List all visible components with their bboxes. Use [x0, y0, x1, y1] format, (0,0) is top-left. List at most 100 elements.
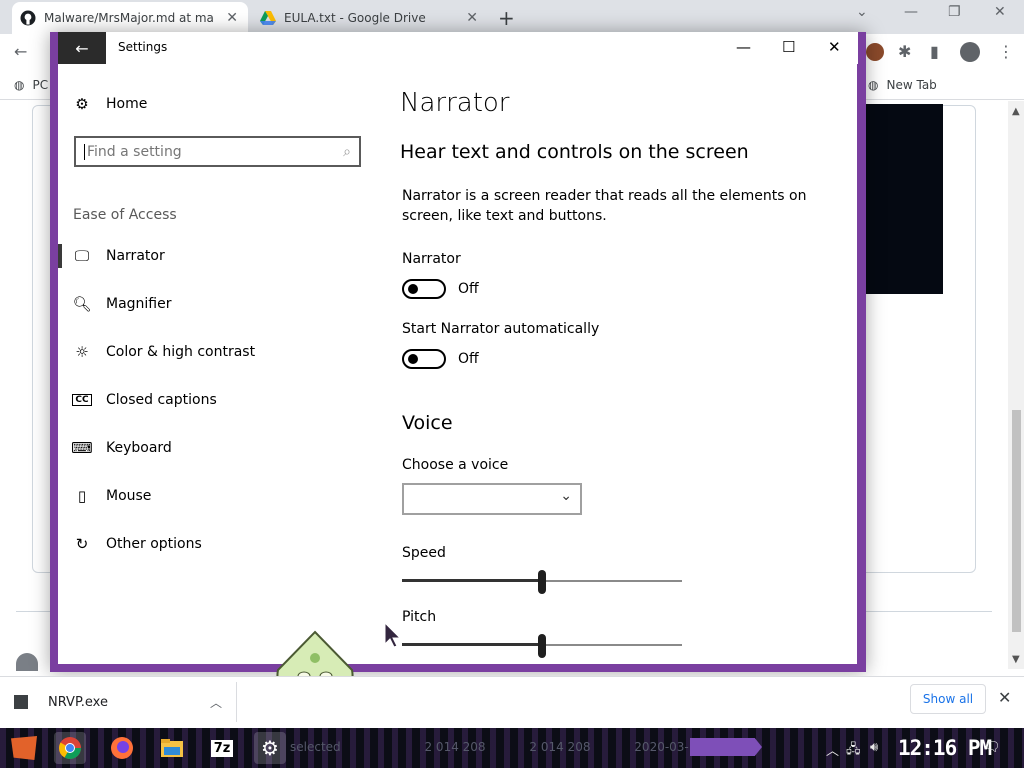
profile-avatar-small[interactable] [866, 43, 884, 61]
firefox-icon [111, 737, 133, 759]
nav-home[interactable]: ⚙ Home [58, 84, 378, 124]
sub-heading: Hear text and controls on the screen [400, 141, 749, 163]
background-file-row: selected 2 014 208 2 014 208 2020-03-19 … [290, 740, 723, 754]
scroll-down-icon[interactable]: ▼ [1012, 654, 1020, 665]
scroll-up-icon[interactable]: ▲ [1012, 106, 1020, 117]
close-tab-icon[interactable]: ✕ [226, 10, 238, 26]
settings-window-title: Settings [118, 40, 168, 54]
volume-icon[interactable]: 🔊︎ [870, 740, 878, 755]
narrator-description: Narrator is a screen reader that reads a… [402, 188, 807, 224]
nav-mouse[interactable]: ▯ Mouse [58, 476, 378, 516]
taskbar-settings[interactable]: ⚙ [254, 732, 286, 764]
auto-start-toggle-state: Off [458, 351, 479, 367]
menu-kebab-icon[interactable]: ⋮ [998, 42, 1014, 61]
tab-title: EULA.txt - Google Drive [284, 11, 426, 25]
globe-icon: ◍ [14, 78, 25, 92]
7zip-icon: 7z [210, 739, 234, 757]
start-button[interactable] [8, 732, 40, 764]
bookmark-item[interactable]: ◍ PC [14, 78, 48, 92]
tab-search-icon[interactable]: ⌄ [856, 4, 868, 20]
speed-slider-thumb[interactable] [538, 570, 546, 594]
taskbar-chrome[interactable] [54, 732, 86, 764]
restore-icon[interactable]: ❐ [948, 4, 961, 20]
page-title: Narrator [400, 88, 510, 118]
other-options-icon: ↻ [75, 535, 89, 553]
keyboard-icon: ⌨ [71, 439, 93, 457]
download-item[interactable]: NRVP.exe ︿ [14, 686, 236, 718]
taskbar-clock[interactable]: 12:16 PM [898, 736, 992, 760]
bookmark-label: New Tab [886, 78, 937, 92]
nav-label: Mouse [106, 488, 152, 504]
back-arrow-icon[interactable]: ← [14, 42, 27, 61]
nav-keyboard[interactable]: ⌨ Keyboard [58, 428, 378, 468]
pitch-slider-thumb[interactable] [538, 634, 546, 658]
settings-minimize-button[interactable]: — [736, 38, 751, 56]
back-arrow-icon: ← [75, 38, 89, 58]
nav-color-high-contrast[interactable]: ☼ Color & high contrast [58, 332, 378, 372]
narrator-icon: 🖵 [74, 247, 90, 265]
taskbar-file-explorer[interactable] [156, 732, 188, 764]
ghost-text: selected [290, 740, 341, 754]
nav-label: Narrator [106, 248, 165, 264]
nav-label: Other options [106, 536, 202, 552]
nav-label: Magnifier [106, 296, 172, 312]
bookmark-label: PC [32, 78, 49, 92]
nav-label: Color & high contrast [106, 344, 256, 360]
voice-heading: Voice [402, 412, 453, 434]
nav-magnifier[interactable]: 🔍︎ Magnifier [58, 284, 378, 324]
settings-maximize-button[interactable]: ☐ [782, 38, 795, 56]
download-separator [236, 682, 237, 722]
github-footer-icon [16, 653, 38, 671]
close-tab-icon[interactable]: ✕ [466, 10, 478, 26]
toggle-knob [408, 284, 418, 294]
folder-icon [161, 739, 183, 757]
magnifier-icon: 🔍︎ [72, 295, 92, 313]
globe-icon: ◍ [868, 78, 879, 92]
nav-closed-captions[interactable]: CC Closed captions [58, 380, 378, 420]
start-icon [11, 736, 37, 760]
chevron-up-icon[interactable]: ︿ [210, 694, 222, 711]
tab-title: Malware/MrsMajor.md at mast [44, 11, 214, 25]
exe-file-icon [14, 695, 28, 709]
choose-voice-label: Choose a voice [402, 457, 509, 473]
toggle-knob [408, 354, 418, 364]
tab-google-drive[interactable]: EULA.txt - Google Drive ✕ [252, 2, 488, 34]
google-drive-icon [260, 10, 276, 26]
close-download-bar-icon[interactable]: ✕ [998, 688, 1011, 707]
network-icon[interactable]: 🖧 [846, 740, 861, 762]
nav-label: Home [106, 96, 148, 112]
nav-other-options[interactable]: ↻ Other options [58, 524, 378, 564]
settings-search-input[interactable]: Find a setting ⌕ [74, 136, 361, 167]
taskbar-firefox[interactable] [106, 732, 138, 764]
mouse-icon: ▯ [77, 487, 87, 505]
auto-start-toggle[interactable] [402, 349, 446, 369]
search-placeholder: Find a setting [87, 143, 182, 160]
side-panel-icon[interactable]: ▮ [930, 42, 939, 61]
action-center-icon[interactable]: 🗨 [984, 740, 1001, 755]
profile-icon[interactable] [960, 42, 980, 62]
gear-icon: ⚙ [75, 95, 89, 113]
ghost-text: 2 014 208 [424, 740, 486, 754]
settings-close-button[interactable]: ✕ [828, 38, 841, 56]
bookmark-new-tab[interactable]: ◍ New Tab [868, 78, 937, 92]
tab-github[interactable]: Malware/MrsMajor.md at mast ✕ [12, 2, 248, 34]
scrollbar-thumb[interactable] [1012, 410, 1021, 632]
extensions-icon[interactable]: ✱ [898, 42, 911, 61]
voice-dropdown[interactable]: ⌄ [402, 483, 582, 515]
download-file-name: NRVP.exe [48, 694, 108, 710]
narrator-toggle-state: Off [458, 281, 479, 297]
settings-back-button[interactable]: ← [58, 32, 106, 64]
narrator-toggle[interactable] [402, 279, 446, 299]
taskbar-7zip[interactable]: 7z [206, 732, 238, 764]
tray-overflow-icon[interactable]: ︿ [826, 740, 839, 759]
new-tab-button[interactable]: + [498, 6, 515, 30]
show-all-button[interactable]: Show all [910, 684, 986, 714]
close-icon[interactable]: ✕ [994, 4, 1006, 20]
text-caret [84, 143, 85, 160]
gear-icon: ⚙ [261, 736, 279, 760]
nav-narrator[interactable]: 🖵 Narrator [58, 236, 378, 276]
nav-label: Keyboard [106, 440, 172, 456]
ghost-text: 2 014 208 [529, 740, 591, 754]
minimize-icon[interactable]: — [904, 4, 918, 20]
nav-label: Closed captions [106, 392, 217, 408]
